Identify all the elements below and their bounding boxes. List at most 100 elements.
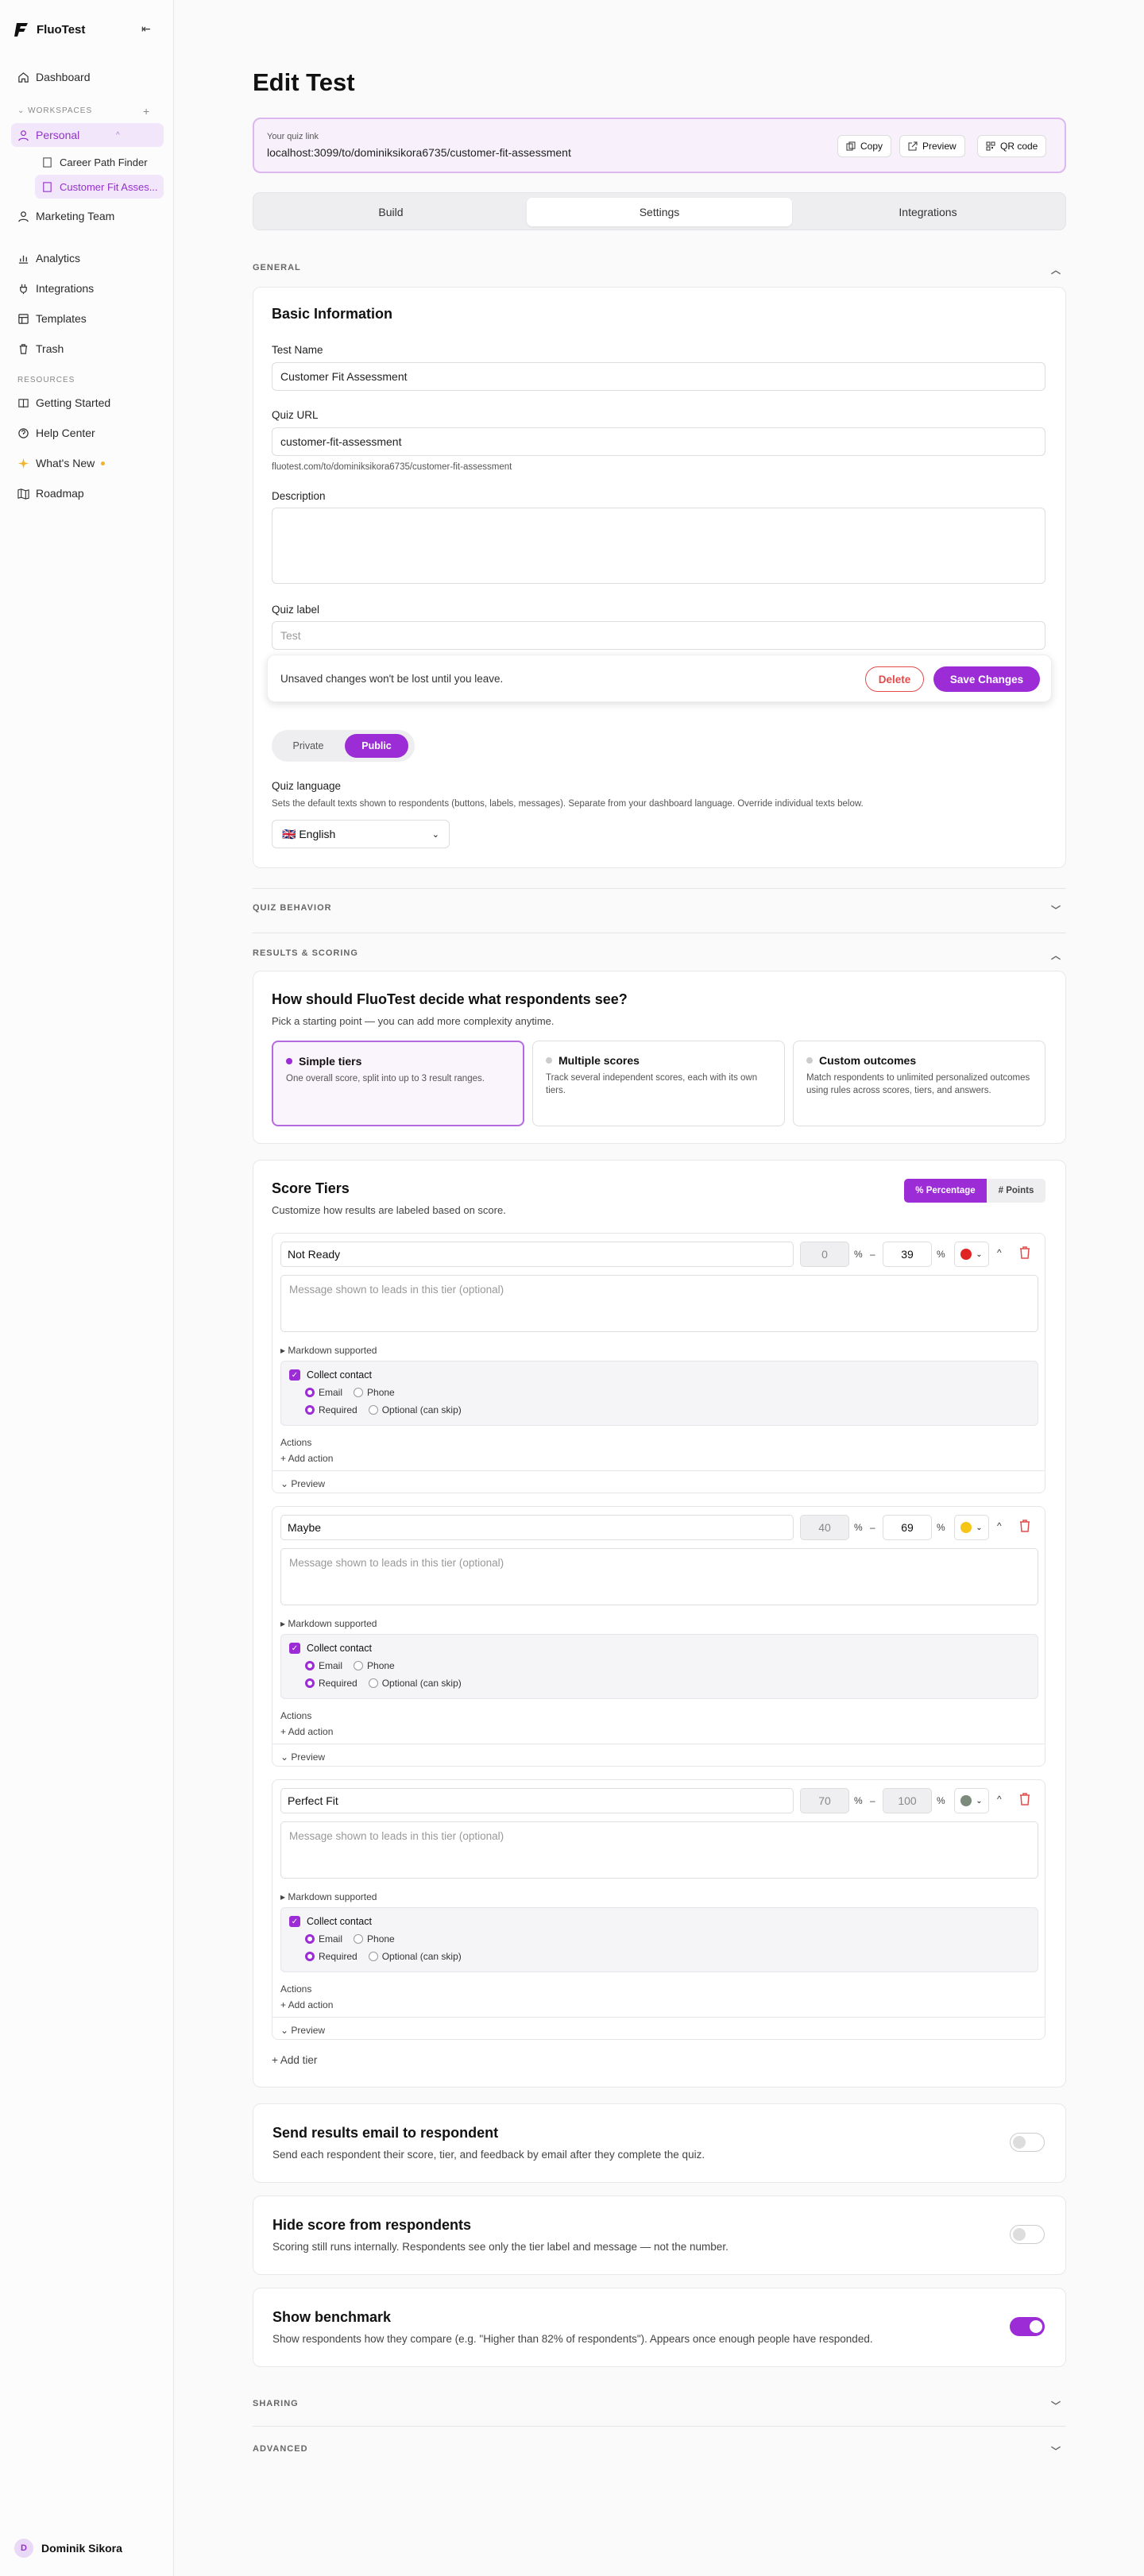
- sidebar-item-trash[interactable]: Trash: [11, 337, 164, 361]
- advanced-section-header[interactable]: ADVANCED ﹀: [253, 2444, 1066, 2460]
- preview-button[interactable]: Preview: [899, 135, 965, 157]
- divider: [272, 2017, 1045, 2018]
- quiz-behavior-section-header[interactable]: QUIZ BEHAVIOR ﹀: [253, 903, 1066, 919]
- qr-code-button[interactable]: QR code: [977, 135, 1047, 157]
- contact-optional-radio[interactable]: Optional (can skip): [368, 1404, 462, 1415]
- tier-color-select[interactable]: ⌄: [954, 1788, 989, 1813]
- sidebar-item-personal[interactable]: Personal ^: [11, 123, 164, 147]
- general-section-header[interactable]: GENERAL ︿: [253, 263, 1066, 279]
- tab-settings[interactable]: Settings: [527, 198, 792, 226]
- tier-name-input[interactable]: Not Ready: [280, 1242, 794, 1267]
- contact-required-radio[interactable]: Required: [305, 1404, 358, 1415]
- chevron-up-icon[interactable]: ^: [116, 131, 120, 140]
- simple-tiers-option[interactable]: Simple tiers One overall score, split in…: [272, 1041, 524, 1126]
- quiz-url-input[interactable]: customer-fit-assessment: [272, 427, 1045, 456]
- tier-message-textarea[interactable]: Message shown to leads in this tier (opt…: [280, 1275, 1038, 1332]
- chevron-down-icon: ﹀: [1050, 2446, 1061, 2457]
- tier-min-input: 0: [800, 1242, 849, 1267]
- add-action-button[interactable]: + Add action: [280, 1999, 333, 2010]
- contact-email-radio[interactable]: Email: [305, 1933, 342, 1945]
- hide-score-toggle[interactable]: [1010, 2225, 1045, 2244]
- contact-required-radio[interactable]: Required: [305, 1951, 358, 1962]
- contact-phone-radio[interactable]: Phone: [354, 1933, 395, 1945]
- test-name-input[interactable]: Customer Fit Assessment: [272, 362, 1045, 391]
- sidebar-item-label: Templates: [36, 312, 87, 325]
- chevron-up-icon[interactable]: ^: [997, 1520, 1002, 1531]
- markdown-supported-toggle[interactable]: ▸ Markdown supported: [280, 1891, 377, 1902]
- preview-toggle[interactable]: ⌄ Preview: [280, 2025, 325, 2036]
- sidebar-item-label: Personal: [36, 129, 80, 141]
- multiple-scores-option[interactable]: Multiple scores Track several independen…: [532, 1041, 785, 1126]
- contact-email-radio[interactable]: Email: [305, 1660, 342, 1671]
- add-workspace-icon[interactable]: +: [143, 105, 149, 118]
- custom-outcomes-option[interactable]: Custom outcomes Match respondents to unl…: [793, 1041, 1045, 1126]
- results-scoring-section-header[interactable]: RESULTS & SCORING ︿: [253, 948, 1066, 964]
- visibility-public-option[interactable]: Public: [345, 734, 408, 758]
- tier-max-input[interactable]: 39: [883, 1242, 932, 1267]
- tier-message-textarea[interactable]: Message shown to leads in this tier (opt…: [280, 1548, 1038, 1605]
- tier-max-input[interactable]: 69: [883, 1515, 932, 1540]
- add-action-button[interactable]: + Add action: [280, 1726, 333, 1737]
- quiz-label-input[interactable]: Test: [272, 621, 1045, 650]
- sidebar-item-customer-fit-assessment[interactable]: Customer Fit Asses...: [35, 175, 164, 199]
- markdown-supported-toggle[interactable]: ▸ Markdown supported: [280, 1618, 377, 1629]
- add-action-button[interactable]: + Add action: [280, 1453, 333, 1464]
- copy-button[interactable]: Copy: [837, 135, 892, 157]
- workspaces-label: ⌄ WORKSPACES: [17, 106, 93, 115]
- tab-build[interactable]: Build: [258, 198, 524, 226]
- sharing-section-header[interactable]: SHARING ﹀: [253, 2399, 1066, 2415]
- contact-email-radio[interactable]: Email: [305, 1387, 342, 1398]
- contact-optional-radio[interactable]: Optional (can skip): [368, 1678, 462, 1689]
- range-dash: –: [870, 1522, 875, 1533]
- preview-toggle[interactable]: ⌄ Preview: [280, 1478, 325, 1489]
- collect-contact-checkbox[interactable]: ✓ Collect contact: [289, 1369, 372, 1381]
- tab-integrations[interactable]: Integrations: [795, 198, 1061, 226]
- radio-dot: [806, 1057, 813, 1064]
- save-changes-button[interactable]: Save Changes: [933, 666, 1040, 692]
- app-logo[interactable]: FluoTest: [14, 21, 85, 38]
- sidebar-item-integrations[interactable]: Integrations: [11, 276, 164, 300]
- percentage-mode-button[interactable]: % Percentage: [904, 1179, 987, 1203]
- contact-phone-radio[interactable]: Phone: [354, 1660, 395, 1671]
- chevron-up-icon[interactable]: ^: [997, 1247, 1002, 1258]
- visibility-private-option[interactable]: Private: [276, 734, 340, 758]
- radio-dot: [286, 1058, 292, 1064]
- sidebar-item-roadmap[interactable]: Roadmap: [11, 481, 164, 505]
- description-textarea[interactable]: [272, 508, 1045, 584]
- sidebar-item-help-center[interactable]: Help Center: [11, 421, 164, 445]
- trash-icon[interactable]: [1019, 1793, 1030, 1806]
- markdown-supported-toggle[interactable]: ▸ Markdown supported: [280, 1345, 377, 1356]
- language-select[interactable]: 🇬🇧 English ⌄: [272, 820, 450, 848]
- sidebar-item-marketing-team[interactable]: Marketing Team: [11, 204, 164, 228]
- contact-optional-radio[interactable]: Optional (can skip): [368, 1951, 462, 1962]
- sidebar-item-templates[interactable]: Templates: [11, 307, 164, 330]
- contact-phone-radio[interactable]: Phone: [354, 1387, 395, 1398]
- divider: [253, 888, 1066, 889]
- contact-required-radio[interactable]: Required: [305, 1678, 358, 1689]
- collect-contact-checkbox[interactable]: ✓ Collect contact: [289, 1643, 372, 1654]
- sidebar-item-analytics[interactable]: Analytics: [11, 246, 164, 270]
- tier-message-textarea[interactable]: Message shown to leads in this tier (opt…: [280, 1821, 1038, 1879]
- send-results-email-toggle[interactable]: [1010, 2133, 1045, 2152]
- delete-button[interactable]: Delete: [865, 666, 924, 692]
- collapse-sidebar-icon[interactable]: ⇤: [141, 22, 151, 36]
- trash-icon[interactable]: [1019, 1520, 1030, 1532]
- tier-color-select[interactable]: ⌄: [954, 1515, 989, 1540]
- sidebar-item-career-path-finder[interactable]: Career Path Finder: [35, 150, 164, 174]
- sidebar-item-getting-started[interactable]: Getting Started: [11, 391, 164, 415]
- quiz-link-url[interactable]: localhost:3099/to/dominiksikora6735/cust…: [267, 146, 571, 159]
- collect-contact-checkbox[interactable]: ✓ Collect contact: [289, 1916, 372, 1927]
- chevron-up-icon[interactable]: ^: [997, 1794, 1002, 1805]
- tier-name-input[interactable]: Perfect Fit: [280, 1788, 794, 1813]
- tier-name-input[interactable]: Maybe: [280, 1515, 794, 1540]
- add-tier-button[interactable]: + Add tier: [272, 2054, 317, 2066]
- sidebar-item-dashboard[interactable]: Dashboard: [11, 65, 164, 89]
- show-benchmark-toggle[interactable]: [1010, 2317, 1045, 2336]
- trash-icon[interactable]: [1019, 1246, 1030, 1259]
- tier-max-input[interactable]: 100: [883, 1788, 932, 1813]
- sidebar-item-whats-new[interactable]: What's New: [11, 451, 164, 475]
- points-mode-button[interactable]: # Points: [987, 1179, 1045, 1203]
- tier-color-select[interactable]: ⌄: [954, 1242, 989, 1267]
- preview-toggle[interactable]: ⌄ Preview: [280, 1751, 325, 1763]
- user-profile[interactable]: D Dominik Sikora: [14, 2539, 122, 2558]
